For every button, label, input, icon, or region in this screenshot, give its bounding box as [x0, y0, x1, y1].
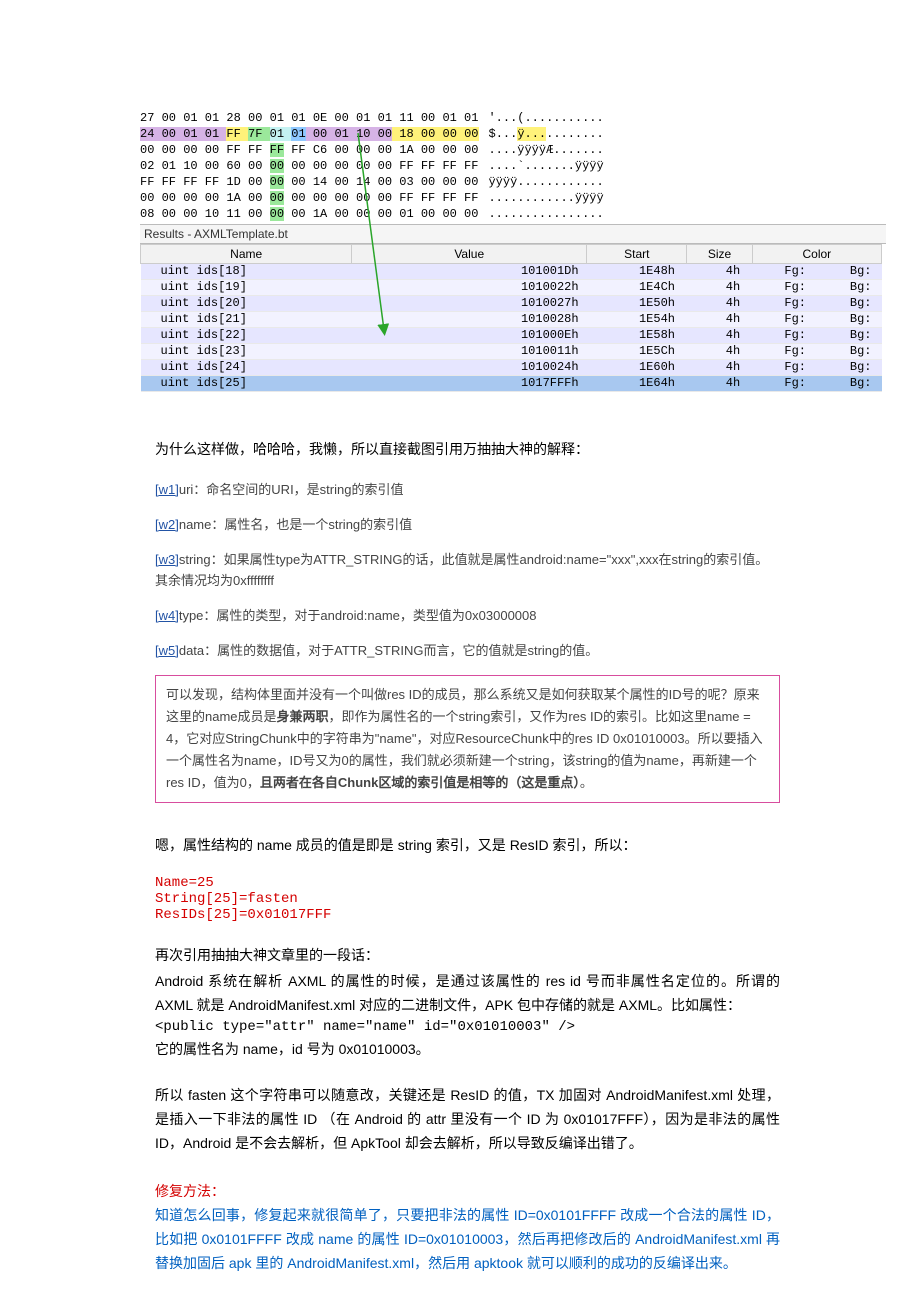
table-row[interactable]: uint ids[18]101001Dh1E48h4hFg:Bg: [141, 264, 882, 280]
paragraph: 它的属性名为 name，id 号为 0x01010003。 [155, 1037, 780, 1061]
table-row[interactable]: uint ids[25]1017FFFh1E64h4hFg:Bg: [141, 376, 882, 392]
code-line: String[25]=fasten [155, 891, 780, 907]
highlight-box: 可以发现，结构体里面并没有一个叫做res ID的成员，那么系统又是如何获取某个属… [155, 675, 780, 803]
fix-body: 知道怎么回事，修复起来就很简单了，只要把非法的属性 ID=0x0101FFFF … [155, 1203, 780, 1275]
col-color[interactable]: Color [752, 245, 881, 264]
table-row[interactable]: uint ids[24]1010024h1E60h4hFg:Bg: [141, 360, 882, 376]
code-line: <public type="attr" name="name" id="0x01… [155, 1019, 780, 1035]
hex-row: 24 00 01 01 FF 7F 01 01 00 01 10 00 18 0… [140, 126, 479, 142]
table-row[interactable]: uint ids[21]1010028h1E54h4hFg:Bg: [141, 312, 882, 328]
hex-row: 00 00 00 00 FF FF FF FF C6 00 00 00 1A 0… [140, 142, 478, 158]
hex-row: 00 00 00 00 1A 00 00 00 00 00 00 00 FF F… [140, 190, 478, 206]
hex-row: 02 01 10 00 60 00 00 00 00 00 00 00 FF F… [140, 158, 478, 174]
paragraph: 嗯，属性结构的 name 成员的值是即是 string 索引，又是 ResID … [155, 833, 780, 857]
results-table: Name Value Start Size Color uint ids[18]… [140, 244, 882, 392]
table-row[interactable]: uint ids[19]1010022h1E4Ch4hFg:Bg: [141, 280, 882, 296]
hex-row: FF FF FF FF 1D 00 00 00 14 00 14 00 03 0… [140, 174, 478, 190]
col-name[interactable]: Name [141, 245, 352, 264]
note-w1: [w1]uri：命名空间的URI，是string的索引值 [155, 479, 780, 500]
results-label: Results - AXMLTemplate.bt [140, 224, 886, 244]
hex-row: 27 00 01 01 28 00 01 01 0E 00 01 01 11 0… [140, 110, 478, 126]
table-row[interactable]: uint ids[20]1010027h1E50h4hFg:Bg: [141, 296, 882, 312]
hex-ascii: ....`.......ÿÿÿÿ [488, 158, 603, 174]
code-line: ResIDs[25]=0x01017FFF [155, 907, 780, 923]
note-w4: [w4]type：属性的类型，对于android:name，类型值为0x0300… [155, 605, 780, 626]
paragraph: 再次引用抽抽大神文章里的一段话： [155, 943, 780, 967]
hex-ascii: ....ÿÿÿÿÆ....... [488, 142, 603, 158]
hex-dump: 27 00 01 01 28 00 01 01 0E 00 01 01 11 0… [140, 110, 880, 222]
paragraph: Android 系统在解析 AXML 的属性的时候，是通过该属性的 res id… [155, 969, 780, 1017]
hex-ascii: $...ÿ........... [489, 126, 604, 142]
paragraph: 为什么这样做，哈哈哈，我懒，所以直接截图引用万抽抽大神的解释： [155, 437, 780, 461]
table-row[interactable]: uint ids[22]101000Eh1E58h4hFg:Bg: [141, 328, 882, 344]
note-w2: [w2]name：属性名，也是一个string的索引值 [155, 514, 780, 535]
note-w5: [w5]data：属性的数据值，对于ATTR_STRING而言，它的值就是str… [155, 640, 780, 661]
hex-ascii: ................ [488, 206, 603, 222]
col-size[interactable]: Size [687, 245, 752, 264]
col-start[interactable]: Start [587, 245, 687, 264]
hex-row: 08 00 00 10 11 00 00 00 1A 00 00 00 01 0… [140, 206, 478, 222]
table-row[interactable]: uint ids[23]1010011h1E5Ch4hFg:Bg: [141, 344, 882, 360]
fix-title: 修复方法： [155, 1181, 780, 1201]
hex-ascii: ÿÿÿÿ............ [488, 174, 603, 190]
hex-ascii: ............ÿÿÿÿ [488, 190, 603, 206]
hex-ascii: '...(........... [488, 110, 603, 126]
note-w3: [w3]string：如果属性type为ATTR_STRING的话，此值就是属性… [155, 549, 780, 591]
code-line: Name=25 [155, 875, 780, 891]
col-value[interactable]: Value [352, 245, 587, 264]
paragraph: 所以 fasten 这个字符串可以随意改，关键还是 ResID 的值，TX 加固… [155, 1083, 780, 1155]
